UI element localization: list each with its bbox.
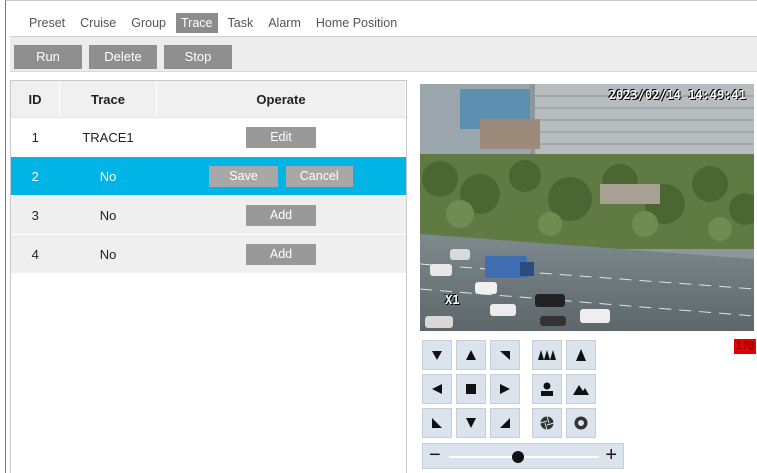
slider-track[interactable] — [449, 456, 599, 458]
add-button[interactable]: Add — [245, 243, 317, 265]
row-id: 3 — [11, 195, 60, 235]
row-trace: No — [59, 156, 157, 196]
stop-icon[interactable] — [456, 374, 486, 404]
row-id: 1 — [11, 117, 60, 157]
tab-cruise[interactable]: Cruise — [75, 13, 121, 33]
header-trace: Trace — [59, 81, 157, 118]
row-id: 2 — [11, 156, 60, 196]
tab-preset[interactable]: Preset — [24, 13, 70, 33]
pan-up-right-icon[interactable] — [490, 340, 520, 370]
stop-button[interactable]: Stop — [164, 45, 232, 69]
pan-down-left-icon[interactable] — [422, 340, 452, 370]
row-trace: No — [59, 234, 157, 274]
cancel-button[interactable]: Cancel — [285, 165, 353, 187]
add-button[interactable]: Add — [245, 204, 317, 226]
delete-button[interactable]: Delete — [89, 45, 157, 69]
iris-open-icon[interactable] — [566, 408, 596, 438]
camera-scene-image — [420, 84, 754, 331]
focus-near-icon[interactable] — [532, 374, 562, 404]
edit-button[interactable]: Edit — [246, 126, 316, 148]
trace-table-container: ID Trace Operate 1 TRACE1 Edit 2 No Save… — [10, 80, 407, 473]
table-header-row: ID Trace Operate — [11, 81, 406, 118]
row-operate: Add — [156, 195, 406, 235]
row-id: 4 — [11, 234, 60, 274]
iris-close-icon[interactable] — [532, 408, 562, 438]
row-trace: TRACE1 — [59, 117, 157, 157]
osd-timestamp: 2023/02/14 14:49:41 — [608, 88, 746, 102]
table-row[interactable]: 3 No Add — [11, 195, 406, 235]
save-button[interactable]: Save — [209, 165, 278, 187]
pan-left-icon[interactable] — [422, 374, 452, 404]
zoom-slider[interactable]: − + — [422, 443, 624, 469]
tab-task[interactable]: Task — [223, 13, 259, 33]
row-operate: Edit — [156, 117, 406, 157]
slider-thumb[interactable] — [512, 451, 524, 463]
minus-icon[interactable]: − — [429, 445, 441, 465]
toolbar: Run Delete Stop — [10, 37, 757, 72]
row-trace: No — [59, 195, 157, 235]
zoom-in-icon[interactable] — [566, 340, 596, 370]
focus-far-icon[interactable] — [566, 374, 596, 404]
row-operate: Add — [156, 234, 406, 274]
table-row[interactable]: 1 TRACE1 Edit — [11, 117, 406, 157]
tab-alarm[interactable]: Alarm — [263, 13, 306, 33]
tab-home-position[interactable]: Home Position — [311, 13, 402, 33]
header-id: ID — [11, 81, 60, 118]
row-operate: Save Cancel — [156, 156, 406, 196]
run-button[interactable]: Run — [14, 45, 82, 69]
header-operate: Operate — [156, 81, 406, 118]
zoom-out-icon[interactable] — [532, 340, 562, 370]
osd-zoom-label: X1 — [445, 293, 460, 307]
pan-down-right-icon[interactable] — [490, 408, 520, 438]
pan-down-icon[interactable] — [456, 408, 486, 438]
tab-group[interactable]: Group — [126, 13, 171, 33]
table-row-selected[interactable]: 2 No Save Cancel — [11, 156, 406, 196]
live-video-view[interactable]: 2023/02/14 14:49:41 X1 — [420, 84, 754, 331]
tab-trace[interactable]: Trace — [176, 13, 218, 33]
pan-right-icon[interactable] — [490, 374, 520, 404]
trace-table: ID Trace Operate 1 TRACE1 Edit 2 No Save… — [11, 81, 406, 274]
table-row[interactable]: 4 No Add — [11, 234, 406, 274]
pan-down-left-2-icon[interactable] — [422, 408, 452, 438]
tab-bar: Preset Cruise Group Trace Task Alarm Hom… — [24, 12, 407, 34]
pan-up-icon[interactable] — [456, 340, 486, 370]
status-badge: 178 — [734, 339, 756, 354]
plus-icon[interactable]: + — [605, 445, 617, 465]
